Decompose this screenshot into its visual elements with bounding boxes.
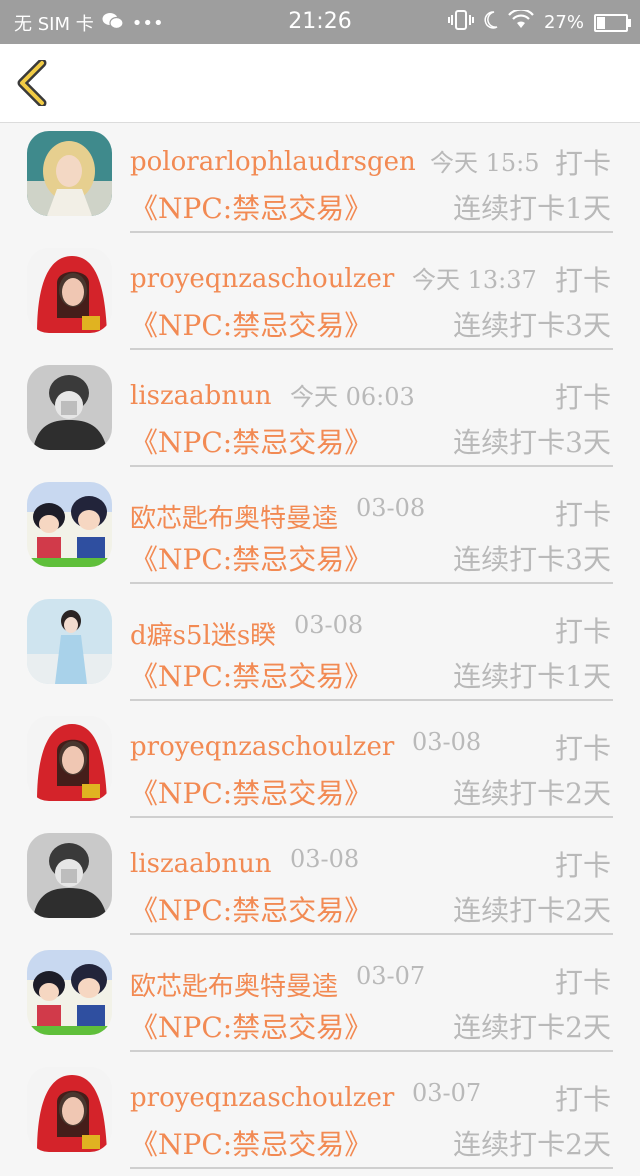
user-name[interactable]: proyeqnzaschoulzer (130, 732, 394, 762)
user-name[interactable]: proyeqnzaschoulzer (130, 1083, 394, 1113)
battery-icon (594, 13, 631, 32)
checkin-row[interactable]: 欧芯匙布奥特曼逵 03-08 打卡 《NPC:禁忌交易》 连续打卡3天 (0, 474, 640, 591)
group-name[interactable]: 《NPC:禁忌交易》 (130, 304, 372, 344)
group-name[interactable]: 《NPC:禁忌交易》 (130, 187, 372, 227)
user-name[interactable]: 欧芯匙布奥特曼逵 (130, 966, 338, 1003)
checkin-row[interactable]: proyeqnzaschoulzer 03-08 打卡 《NPC:禁忌交易》 连… (0, 708, 640, 825)
avatar[interactable] (27, 950, 112, 1035)
checkin-list: polorarlophlaudrsgen 今天 15:5 打卡 《NPC:禁忌交… (0, 123, 640, 1176)
streak-label: 连续打卡2天 (453, 894, 611, 927)
streak-label: 连续打卡2天 (453, 777, 611, 810)
streak-label: 连续打卡2天 (453, 1128, 611, 1161)
checkin-action: 打卡 (554, 381, 611, 414)
checkin-action: 打卡 (554, 849, 611, 882)
checkin-action: 打卡 (554, 615, 611, 648)
streak-label: 连续打卡1天 (453, 192, 611, 225)
checkin-time: 03-07 (412, 1079, 482, 1107)
checkin-action: 打卡 (554, 1083, 611, 1116)
checkin-content: liszaabnun 今天 06:03 打卡 《NPC:禁忌交易》 连续打卡3天 (130, 357, 613, 467)
checkin-time: 今天 15:5 (430, 149, 540, 177)
checkin-time: 03-08 (294, 611, 364, 639)
checkin-row[interactable]: liszaabnun 03-08 打卡 《NPC:禁忌交易》 连续打卡2天 (0, 825, 640, 942)
checkin-content: proyeqnzaschoulzer 03-08 打卡 《NPC:禁忌交易》 连… (130, 708, 613, 818)
checkin-action: 打卡 (554, 147, 611, 180)
checkin-content: liszaabnun 03-08 打卡 《NPC:禁忌交易》 连续打卡2天 (130, 825, 613, 935)
checkin-time: 今天 06:03 (290, 383, 415, 411)
streak-label: 连续打卡1天 (453, 660, 611, 693)
avatar[interactable] (27, 248, 112, 333)
checkin-row[interactable]: proyeqnzaschoulzer 今天 13:37 打卡 《NPC:禁忌交易… (0, 240, 640, 357)
battery-percent: 27% (543, 12, 584, 33)
group-name[interactable]: 《NPC:禁忌交易》 (130, 889, 372, 929)
avatar[interactable] (27, 599, 112, 684)
moon-icon (484, 11, 498, 34)
battery-fill (597, 16, 605, 29)
checkin-row[interactable]: liszaabnun 今天 06:03 打卡 《NPC:禁忌交易》 连续打卡3天 (0, 357, 640, 474)
checkin-action: 打卡 (554, 264, 611, 297)
user-name[interactable]: liszaabnun (130, 381, 272, 411)
chevron-left-icon (17, 58, 47, 108)
checkin-row[interactable]: 欧芯匙布奥特曼逵 03-07 打卡 《NPC:禁忌交易》 连续打卡2天 (0, 942, 640, 1059)
checkin-action: 打卡 (554, 966, 611, 999)
checkin-action: 打卡 (554, 498, 611, 531)
avatar[interactable] (27, 482, 112, 567)
checkin-action: 打卡 (554, 732, 611, 765)
back-button[interactable] (14, 58, 58, 108)
vibrate-icon (447, 10, 474, 35)
checkin-content: d癖s5l迷s睽 03-08 打卡 《NPC:禁忌交易》 连续打卡1天 (130, 591, 613, 701)
checkin-content: 欧芯匙布奥特曼逵 03-08 打卡 《NPC:禁忌交易》 连续打卡3天 (130, 474, 613, 584)
status-bar: 无 SIM 卡 ••• 21:26 27% (0, 0, 640, 44)
checkin-time: 03-07 (356, 962, 426, 990)
user-name[interactable]: polorarlophlaudrsgen (130, 147, 416, 177)
nav-bar (0, 44, 640, 123)
user-name[interactable]: proyeqnzaschoulzer (130, 264, 394, 294)
avatar[interactable] (27, 833, 112, 918)
streak-label: 连续打卡3天 (453, 309, 611, 342)
user-name[interactable]: 欧芯匙布奥特曼逵 (130, 498, 338, 535)
group-name[interactable]: 《NPC:禁忌交易》 (130, 655, 372, 695)
group-name[interactable]: 《NPC:禁忌交易》 (130, 1006, 372, 1046)
avatar[interactable] (27, 131, 112, 216)
streak-label: 连续打卡2天 (453, 1011, 611, 1044)
avatar[interactable] (27, 716, 112, 801)
checkin-time: 03-08 (290, 845, 360, 873)
checkin-row[interactable]: d癖s5l迷s睽 03-08 打卡 《NPC:禁忌交易》 连续打卡1天 (0, 591, 640, 708)
wifi-icon (508, 8, 534, 35)
checkin-row[interactable]: proyeqnzaschoulzer 03-07 打卡 《NPC:禁忌交易》 连… (0, 1059, 640, 1176)
checkin-content: polorarlophlaudrsgen 今天 15:5 打卡 《NPC:禁忌交… (130, 123, 613, 233)
streak-label: 连续打卡3天 (453, 543, 611, 576)
checkin-content: proyeqnzaschoulzer 03-07 打卡 《NPC:禁忌交易》 连… (130, 1059, 613, 1169)
group-name[interactable]: 《NPC:禁忌交易》 (130, 772, 372, 812)
checkin-content: 欧芯匙布奥特曼逵 03-07 打卡 《NPC:禁忌交易》 连续打卡2天 (130, 942, 613, 1052)
status-right: 27% (447, 8, 631, 35)
group-name[interactable]: 《NPC:禁忌交易》 (130, 538, 372, 578)
user-name[interactable]: liszaabnun (130, 849, 272, 879)
group-name[interactable]: 《NPC:禁忌交易》 (130, 1123, 372, 1163)
group-name[interactable]: 《NPC:禁忌交易》 (130, 421, 372, 461)
checkin-time: 03-08 (412, 728, 482, 756)
checkin-time: 03-08 (356, 494, 426, 522)
user-name[interactable]: d癖s5l迷s睽 (130, 615, 276, 652)
checkin-content: proyeqnzaschoulzer 今天 13:37 打卡 《NPC:禁忌交易… (130, 240, 613, 350)
avatar[interactable] (27, 1067, 112, 1152)
checkin-time: 今天 13:37 (412, 266, 537, 294)
avatar[interactable] (27, 365, 112, 450)
streak-label: 连续打卡3天 (453, 426, 611, 459)
checkin-row[interactable]: polorarlophlaudrsgen 今天 15:5 打卡 《NPC:禁忌交… (0, 123, 640, 240)
